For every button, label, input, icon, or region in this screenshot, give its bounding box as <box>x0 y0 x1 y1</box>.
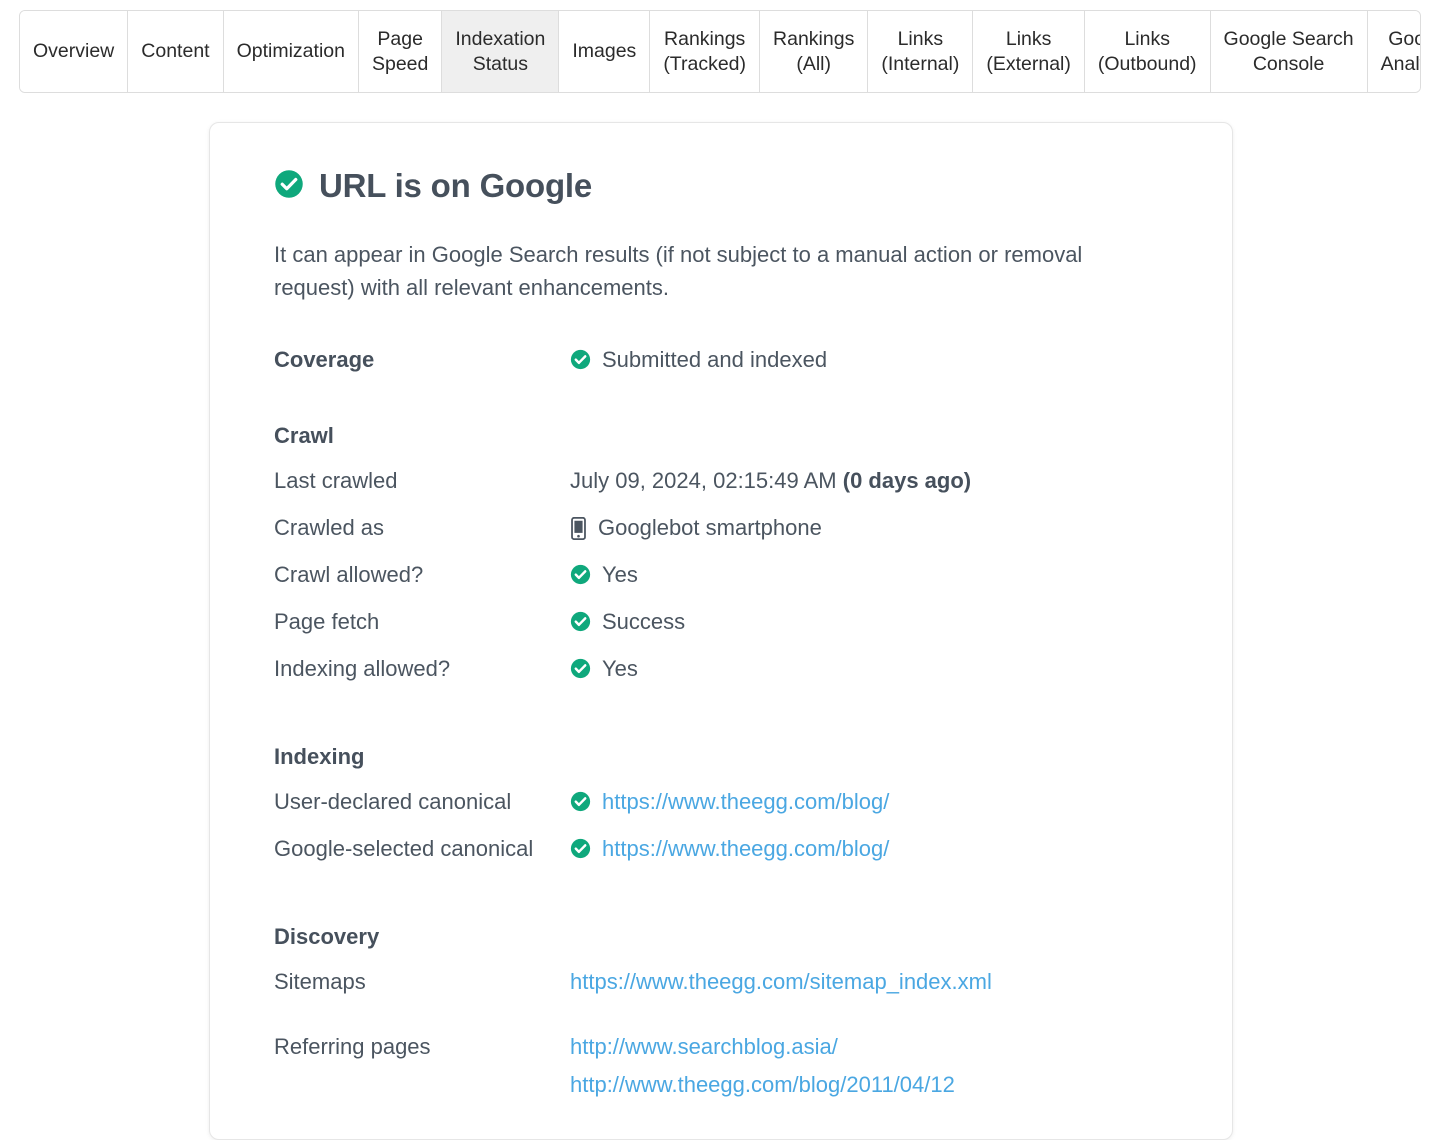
smartphone-icon <box>570 514 587 548</box>
tab-google-search-console[interactable]: Google Search Console <box>1210 11 1368 92</box>
indexing-rows: User-declared canonical https://www.theeg… <box>274 788 1168 882</box>
discovery-section-heading: Discovery <box>274 924 380 950</box>
sitemaps-row: Sitemaps https://www.theegg.com/sitemap_… <box>274 968 1168 1015</box>
coverage-value-wrap: Submitted and indexed <box>570 346 1168 378</box>
crawl-row: Page fetch Success <box>274 608 1168 655</box>
tabbar-container: Overview Content Optimization Page Speed Ind… <box>0 0 1440 93</box>
crawl-row-value: Yes <box>602 562 638 588</box>
crawl-row-value: July 09, 2024, 02:15:49 AM (0 days ago) <box>570 468 972 494</box>
crawl-row-value: Success <box>602 609 686 635</box>
tab-images[interactable]: Images <box>559 11 651 92</box>
tab-content[interactable]: Content <box>128 11 224 92</box>
crawl-row-label: Crawled as <box>274 515 385 541</box>
tab-links-internal[interactable]: Links (Internal) <box>868 11 974 92</box>
sitemaps-value-wrap: https://www.theegg.com/sitemap_index.xml <box>570 968 1168 997</box>
tabbar: Overview Content Optimization Page Speed Ind… <box>19 10 1421 93</box>
crawl-row-value-emphasis: (0 days ago) <box>842 468 972 494</box>
tab-page-speed[interactable]: Page Speed <box>358 11 443 92</box>
coverage-value: Submitted and indexed <box>602 347 828 373</box>
check-circle-icon <box>570 346 591 378</box>
crawl-row-value-wrap: Success <box>570 608 1168 640</box>
indexing-row-value-wrap: https://www.theegg.com/blog/ <box>570 835 1168 867</box>
tab-overview[interactable]: Overview <box>20 11 129 92</box>
check-circle-icon <box>570 608 591 640</box>
referring-pages-label: Referring pages <box>274 1034 431 1060</box>
coverage-label: Coverage <box>274 347 375 373</box>
canonical-url-link[interactable]: https://www.theegg.com/blog/ <box>602 788 889 817</box>
crawl-row-label: Indexing allowed? <box>274 656 451 682</box>
crawl-row-label: Crawl allowed? <box>274 562 424 588</box>
tab-google-analytics[interactable]: Google Analytics <box>1367 11 1420 92</box>
crawl-row-value: Yes <box>602 656 638 682</box>
indexing-row: Google-selected canonical https://www.the… <box>274 835 1168 882</box>
crawl-row: Indexing allowed? Yes <box>274 655 1168 702</box>
crawl-rows: Last crawled July 09, 2024, 02:15:49 AM (… <box>274 467 1168 702</box>
tab-indexation-status[interactable]: Indexation Status <box>442 11 560 92</box>
check-circle-icon <box>570 561 591 593</box>
referring-pages-row: Referring pages http://www.searchblog.as… <box>274 1033 1168 1099</box>
page-title: URL is on Google <box>319 167 593 204</box>
tab-links-outbound[interactable]: Links (Outbound) <box>1084 11 1211 92</box>
crawl-row-value-wrap: Yes <box>570 655 1168 687</box>
crawl-row-value: Googlebot smartphone <box>598 515 822 541</box>
check-circle-icon <box>274 169 304 204</box>
tab-rankings-tracked[interactable]: Rankings (Tracked) <box>650 11 761 92</box>
indexing-row-label: User-declared canonical <box>274 789 512 815</box>
indexing-row: User-declared canonical https://www.theeg… <box>274 788 1168 835</box>
indexing-row-value-wrap: https://www.theegg.com/blog/ <box>570 788 1168 820</box>
sitemaps-label: Sitemaps <box>274 969 366 995</box>
check-circle-icon <box>570 835 591 867</box>
indexation-status-card: URL is on Google It can appear in Google… <box>209 122 1233 1140</box>
card-header: URL is on Google <box>274 167 1168 205</box>
check-circle-icon <box>570 788 591 820</box>
referring-page-link[interactable]: http://www.theegg.com/blog/2011/04/12 <box>570 1071 1168 1100</box>
crawl-row-label: Last crawled <box>274 468 398 494</box>
crawl-row: Last crawled July 09, 2024, 02:15:49 AM (… <box>274 467 1168 514</box>
referring-links-list: http://www.searchblog.asia/http://www.th… <box>570 1033 1168 1099</box>
intro-text: It can appear in Google Search results (… <box>274 242 1083 300</box>
tab-links-external[interactable]: Links (External) <box>973 11 1085 92</box>
canonical-url-link[interactable]: https://www.theegg.com/blog/ <box>602 835 889 864</box>
crawl-section-heading: Crawl <box>274 423 334 449</box>
tab-optimization[interactable]: Optimization <box>223 11 359 92</box>
crawl-row: Crawl allowed? Yes <box>274 561 1168 608</box>
crawl-row-value-wrap: Googlebot smartphone <box>570 514 1168 548</box>
indexing-section-heading: Indexing <box>274 744 365 770</box>
crawl-row-value-wrap: July 09, 2024, 02:15:49 AM (0 days ago) <box>570 467 1168 496</box>
referring-pages-value-wrap: http://www.searchblog.asia/http://www.th… <box>570 1033 1168 1099</box>
coverage-row: Coverage Submitted and indexed <box>274 346 1168 393</box>
tab-rankings-all[interactable]: Rankings (All) <box>760 11 869 92</box>
indexing-row-label: Google-selected canonical <box>274 836 534 862</box>
crawl-row: Crawled as Googlebot smartphone <box>274 514 1168 561</box>
referring-page-link[interactable]: http://www.searchblog.asia/ <box>570 1033 1168 1062</box>
crawl-row-value-wrap: Yes <box>570 561 1168 593</box>
check-circle-icon <box>570 655 591 687</box>
crawl-row-label: Page fetch <box>274 609 380 635</box>
sitemap-link[interactable]: https://www.theegg.com/sitemap_index.xml <box>570 969 992 994</box>
